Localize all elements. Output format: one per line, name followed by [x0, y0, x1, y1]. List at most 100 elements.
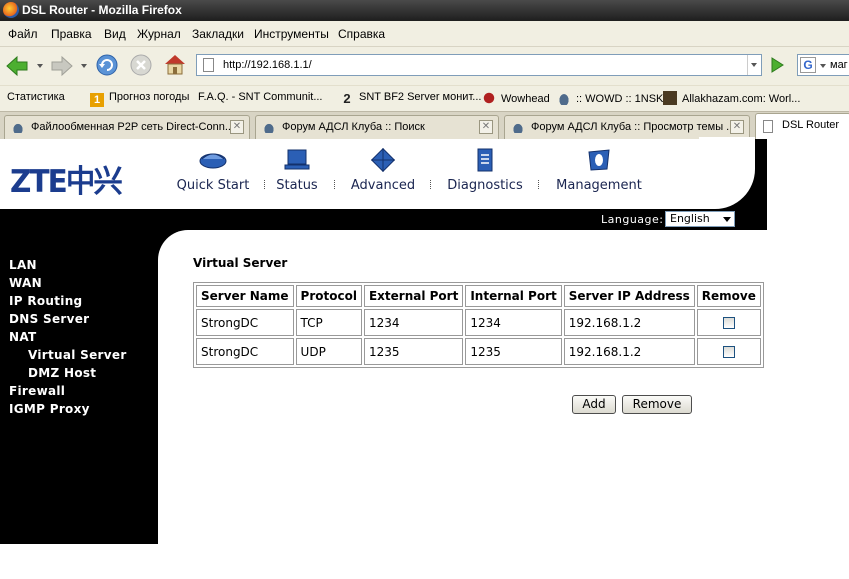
nav-status[interactable]: Status	[272, 147, 322, 193]
bf2-icon: 2	[343, 91, 351, 106]
url-bar[interactable]: http://192.168.1.1/	[196, 54, 762, 76]
nav-label: Quick Start	[176, 178, 250, 193]
internal-port-cell: 1235	[465, 338, 562, 365]
back-history-dropdown-icon[interactable]	[37, 64, 43, 68]
menu-bookmarks[interactable]: Закладки	[192, 27, 244, 41]
sidebar-item-igmp-proxy[interactable]: IGMP Proxy	[9, 402, 90, 416]
search-text: маг	[830, 59, 848, 71]
bookmark-label: Статистика	[7, 91, 65, 103]
close-icon[interactable]: ✕	[230, 120, 244, 134]
menu-history[interactable]: Журнал	[137, 27, 181, 41]
bookmark-item[interactable]: Allakhazam.com: Worl...	[663, 91, 800, 107]
column-header: Server Name	[196, 285, 294, 307]
close-icon[interactable]: ✕	[730, 120, 744, 134]
tab-forum-topic[interactable]: Форум АДСЛ Клуба :: Просмотр темы ... ✕	[504, 115, 750, 139]
sidebar-item-firewall[interactable]: Firewall	[9, 384, 65, 398]
management-icon	[588, 149, 610, 171]
menu-file[interactable]: Файл	[8, 27, 38, 41]
main-content: Virtual Server Server Name Protocol Exte…	[158, 230, 768, 579]
bookmark-label: Wowhead	[501, 93, 550, 105]
home-icon[interactable]	[163, 52, 187, 76]
header-decoration	[699, 137, 767, 209]
bookmarks-toolbar: Статистика 1 Прогноз погоды F.A.Q. - SNT …	[0, 85, 849, 244]
server-name-cell: StrongDC	[196, 338, 294, 365]
tab-strip: Файлообменная P2P сеть Direct-Conn... ✕ …	[0, 111, 849, 140]
go-icon[interactable]	[766, 55, 788, 75]
firefox-icon	[3, 2, 19, 18]
tab-label: DSL Router	[782, 119, 840, 131]
reload-icon[interactable]	[95, 53, 119, 77]
sidebar-item-nat[interactable]: NAT	[9, 330, 36, 344]
page-icon	[203, 58, 214, 72]
sidebar-item-ip-routing[interactable]: IP Routing	[9, 294, 82, 308]
menu-edit[interactable]: Правка	[51, 27, 92, 41]
router-header: ZTE中兴 Quick Start Status Advanced Diagno…	[0, 137, 767, 209]
remove-checkbox[interactable]	[722, 346, 735, 358]
bookmark-item[interactable]: Статистика	[7, 91, 65, 244]
router-page: ZTE中兴 Quick Start Status Advanced Diagno…	[0, 137, 849, 579]
tab-label: Файлообменная P2P сеть Direct-Conn...	[31, 121, 235, 133]
search-engine-dropdown-icon[interactable]	[820, 64, 826, 68]
sidebar-item-dmz-host[interactable]: DMZ Host	[28, 366, 96, 380]
stop-icon[interactable]	[129, 53, 153, 77]
table-row: StrongDC UDP 1235 1235 192.168.1.2	[196, 338, 761, 365]
nav-quick-start[interactable]: Quick Start	[174, 147, 252, 193]
menu-view[interactable]: Вид	[104, 27, 126, 41]
nav-separator	[538, 180, 539, 189]
nav-advanced[interactable]: Advanced	[348, 147, 418, 193]
protocol-cell: TCP	[295, 309, 362, 336]
bookmark-label: SNT BF2 Server монит...	[359, 91, 482, 103]
nav-diagnostics[interactable]: Diagnostics	[445, 147, 525, 193]
tab-direct-connect[interactable]: Файлообменная P2P сеть Direct-Conn... ✕	[4, 115, 250, 139]
tab-forum-search[interactable]: Форум АДСЛ Клуба :: Поиск ✕	[255, 115, 499, 139]
virtual-server-table: Server Name Protocol External Port Inter…	[193, 282, 764, 368]
nav-management[interactable]: Management	[554, 147, 644, 193]
bookmark-label: :: WOWD :: 1NSK	[576, 93, 664, 105]
status-icon	[284, 149, 310, 170]
sidebar-item-dns-server[interactable]: DNS Server	[9, 312, 89, 326]
forward-history-dropdown-icon[interactable]	[81, 64, 87, 68]
ufo-icon	[511, 121, 525, 133]
remove-button[interactable]: Remove	[622, 395, 692, 414]
ufo-icon	[557, 91, 571, 105]
language-select[interactable]: English	[665, 211, 735, 227]
close-icon[interactable]: ✕	[479, 120, 493, 134]
menu-help[interactable]: Справка	[338, 27, 385, 41]
chevron-down-icon	[723, 217, 731, 222]
ufo-icon	[11, 121, 25, 133]
language-value: English	[670, 212, 710, 225]
advanced-chip-icon	[370, 147, 396, 173]
sidebar-item-wan[interactable]: WAN	[9, 276, 42, 290]
bookmark-item[interactable]: Wowhead	[482, 91, 550, 107]
chevron-down-icon	[751, 63, 757, 67]
bookmark-item[interactable]: 2 SNT BF2 Server монит...	[340, 91, 481, 107]
ufo-icon	[262, 121, 276, 133]
tab-dsl-router[interactable]: DSL Router	[755, 113, 849, 140]
nav-separator	[334, 180, 335, 189]
page-title: Virtual Server	[193, 256, 288, 270]
remove-cell	[696, 338, 761, 365]
forward-arrow-icon[interactable]	[50, 55, 74, 77]
bookmark-label: F.A.Q. - SNT Communit...	[198, 91, 323, 103]
remove-checkbox[interactable]	[722, 317, 735, 329]
url-history-dropdown[interactable]	[747, 55, 761, 75]
column-header: Protocol	[295, 285, 362, 307]
add-button[interactable]: Add	[572, 395, 616, 414]
back-arrow-icon[interactable]	[5, 55, 29, 77]
search-bar[interactable]: G маг	[797, 54, 849, 76]
column-header: Internal Port	[465, 285, 562, 307]
bookmark-item[interactable]: :: WOWD :: 1NSK	[557, 91, 663, 107]
column-header: External Port	[363, 285, 464, 307]
page-icon	[763, 120, 773, 133]
nav-label: Status	[276, 178, 318, 193]
internal-port-cell: 1234	[465, 309, 562, 336]
menu-tools[interactable]: Инструменты	[254, 27, 329, 41]
sidebar-item-lan[interactable]: LAN	[9, 258, 37, 272]
external-port-cell: 1234	[363, 309, 464, 336]
bookmark-item[interactable]: F.A.Q. - SNT Communit...	[198, 91, 323, 244]
sidebar-item-virtual-server[interactable]: Virtual Server	[28, 348, 127, 362]
nav-label: Diagnostics	[447, 178, 523, 193]
language-label: Language:	[601, 213, 664, 226]
bookmark-item[interactable]: 1 Прогноз погоды	[90, 91, 189, 107]
google-icon[interactable]: G	[800, 57, 816, 73]
